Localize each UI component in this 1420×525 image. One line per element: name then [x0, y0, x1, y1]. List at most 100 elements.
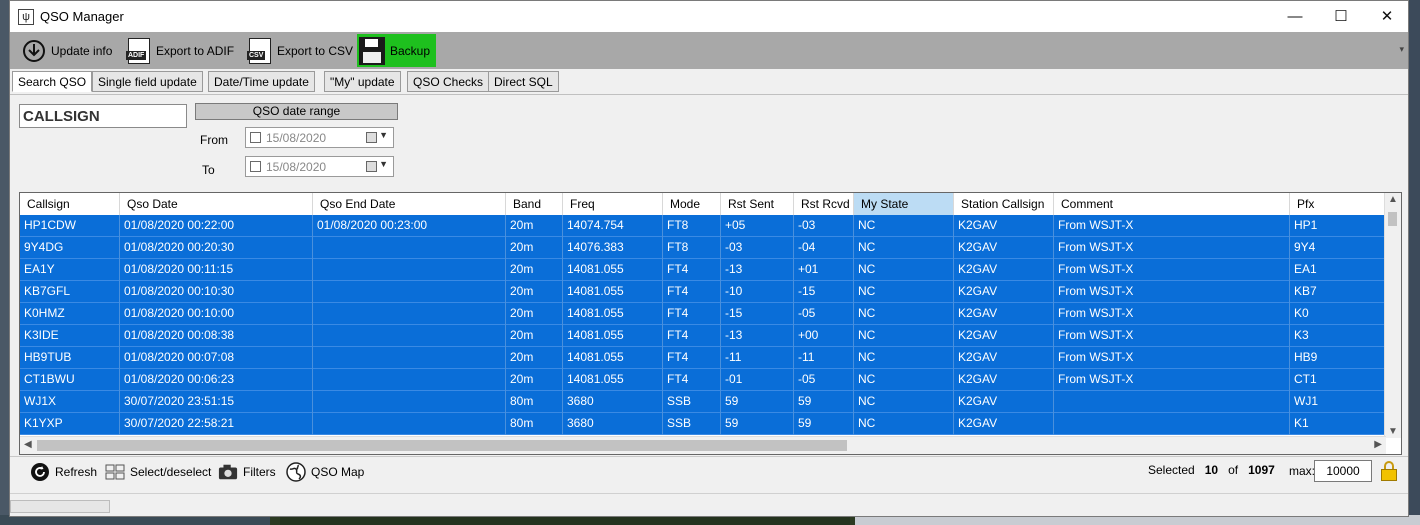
cell-rst-sent[interactable]: -03 — [721, 237, 794, 259]
title-bar[interactable]: ψ QSO Manager — ☐ ✕ — [10, 1, 1408, 32]
cell-rst-sent[interactable]: +05 — [721, 215, 794, 237]
table-row[interactable]: K3IDE 01/08/2020 00:08:38 20m 14081.055 FT4-… — [20, 325, 1386, 347]
cell-rst-rcvd[interactable]: +00 — [794, 325, 854, 347]
cell-callsign[interactable]: 9Y4DG — [20, 237, 120, 259]
cell-band[interactable]: 20m — [506, 303, 563, 325]
cell-comment[interactable]: From WSJT-X — [1054, 237, 1290, 259]
column-header-freq[interactable]: Freq — [563, 193, 663, 215]
cell-callsign[interactable]: KB7GFL — [20, 281, 120, 303]
cell-qso-date[interactable]: 01/08/2020 00:22:00 — [120, 215, 313, 237]
cell-my-state[interactable]: NC — [854, 215, 954, 237]
max-records-input[interactable] — [1314, 460, 1372, 482]
cell-mode[interactable]: FT4 — [663, 303, 721, 325]
cell-rst-rcvd[interactable]: 59 — [794, 391, 854, 413]
cell-rst-rcvd[interactable]: -03 — [794, 215, 854, 237]
cell-comment[interactable]: From WSJT-X — [1054, 259, 1290, 281]
cell-station-callsign[interactable]: K2GAV — [954, 347, 1054, 369]
column-header-callsign[interactable]: Callsign — [20, 193, 120, 215]
cell-rst-sent[interactable]: -10 — [721, 281, 794, 303]
cell-comment[interactable] — [1054, 413, 1290, 435]
cell-comment[interactable]: From WSJT-X — [1054, 347, 1290, 369]
table-row[interactable]: WJ1X 30/07/2020 23:51:15 80m 3680 SSB 59 59 NC K… — [20, 391, 1386, 413]
cell-band[interactable]: 20m — [506, 347, 563, 369]
close-button[interactable]: ✕ — [1364, 1, 1410, 32]
cell-qso-end-date[interactable] — [313, 259, 506, 281]
cell-band[interactable]: 80m — [506, 413, 563, 435]
to-date-checkbox[interactable] — [250, 161, 261, 172]
cell-comment[interactable]: From WSJT-X — [1054, 215, 1290, 237]
cell-mode[interactable]: FT4 — [663, 347, 721, 369]
cell-mode[interactable]: FT4 — [663, 259, 721, 281]
cell-callsign[interactable]: HP1CDW — [20, 215, 120, 237]
cell-rst-rcvd[interactable]: -15 — [794, 281, 854, 303]
cell-freq[interactable]: 14076.383 — [563, 237, 663, 259]
table-row[interactable]: HP1CDW 01/08/2020 00:22:00 01/08/2020 00:2… — [20, 215, 1386, 237]
scroll-down-icon[interactable]: ▼ — [1388, 426, 1398, 437]
chevron-down-icon[interactable]: ▼ — [379, 159, 388, 169]
table-row[interactable]: K1YXP 30/07/2020 22:58:21 80m 3680 SSB 59 59 NC… — [20, 413, 1386, 435]
cell-callsign[interactable]: K1YXP — [20, 413, 120, 435]
cell-freq[interactable]: 14081.055 — [563, 281, 663, 303]
table-row[interactable]: HB9TUB 01/08/2020 00:07:08 20m 14081.055 FT4… — [20, 347, 1386, 369]
from-date-picker[interactable]: 15/08/2020 ▼ — [245, 127, 394, 148]
to-date-picker[interactable]: 15/08/2020 ▼ — [245, 156, 394, 177]
cell-comment[interactable]: From WSJT-X — [1054, 369, 1290, 391]
cell-comment[interactable] — [1054, 391, 1290, 413]
cell-my-state[interactable]: NC — [854, 303, 954, 325]
cell-station-callsign[interactable]: K2GAV — [954, 325, 1054, 347]
column-header-pfx[interactable]: Pfx — [1290, 193, 1386, 215]
cell-qso-date[interactable]: 01/08/2020 00:07:08 — [120, 347, 313, 369]
cell-rst-sent[interactable]: -13 — [721, 259, 794, 281]
cell-station-callsign[interactable]: K2GAV — [954, 303, 1054, 325]
cell-qso-date[interactable]: 01/08/2020 00:20:30 — [120, 237, 313, 259]
cell-my-state[interactable]: NC — [854, 259, 954, 281]
tab-date-time-update[interactable]: Date/Time update — [208, 71, 315, 92]
update-info-button[interactable]: Update info — [22, 35, 112, 66]
cell-station-callsign[interactable]: K2GAV — [954, 413, 1054, 435]
cell-mode[interactable]: SSB — [663, 413, 721, 435]
cell-qso-date[interactable]: 30/07/2020 22:58:21 — [120, 413, 313, 435]
export-csv-button[interactable]: CSV Export to CSV — [247, 35, 353, 66]
vertical-scroll-thumb[interactable] — [1388, 212, 1397, 226]
column-header-mode[interactable]: Mode — [663, 193, 721, 215]
cell-pfx[interactable]: K3 — [1290, 325, 1386, 347]
cell-freq[interactable]: 14074.754 — [563, 215, 663, 237]
cell-qso-end-date[interactable] — [313, 391, 506, 413]
vertical-scrollbar[interactable]: ▲ ▼ — [1384, 193, 1401, 438]
cell-freq[interactable]: 14081.055 — [563, 303, 663, 325]
column-header-qso-date[interactable]: Qso Date — [120, 193, 313, 215]
cell-rst-rcvd[interactable]: 59 — [794, 413, 854, 435]
cell-rst-sent[interactable]: -13 — [721, 325, 794, 347]
tab-direct-sql[interactable]: Direct SQL — [488, 71, 559, 92]
cell-station-callsign[interactable]: K2GAV — [954, 237, 1054, 259]
cell-qso-date[interactable]: 01/08/2020 00:08:38 — [120, 325, 313, 347]
minimize-button[interactable]: — — [1272, 1, 1318, 32]
tab-qso-checks[interactable]: QSO Checks — [407, 71, 490, 92]
cell-rst-rcvd[interactable]: +01 — [794, 259, 854, 281]
cell-pfx[interactable]: K1 — [1290, 413, 1386, 435]
cell-rst-rcvd[interactable]: -05 — [794, 303, 854, 325]
cell-comment[interactable]: From WSJT-X — [1054, 303, 1290, 325]
cell-pfx[interactable]: EA1 — [1290, 259, 1386, 281]
cell-pfx[interactable]: CT1 — [1290, 369, 1386, 391]
column-header-band[interactable]: Band — [506, 193, 563, 215]
cell-mode[interactable]: FT8 — [663, 237, 721, 259]
callsign-input[interactable] — [19, 104, 187, 128]
column-header-rst-rcvd[interactable]: Rst Rcvd — [794, 193, 854, 215]
tab-my-update[interactable]: "My" update — [324, 71, 401, 92]
horizontal-scrollbar[interactable]: ◀ ▶ — [20, 436, 1386, 454]
cell-qso-end-date[interactable] — [313, 325, 506, 347]
cell-pfx[interactable]: HB9 — [1290, 347, 1386, 369]
cell-freq[interactable]: 14081.055 — [563, 259, 663, 281]
cell-pfx[interactable]: K0 — [1290, 303, 1386, 325]
cell-qso-end-date[interactable] — [313, 369, 506, 391]
cell-rst-sent[interactable]: 59 — [721, 413, 794, 435]
cell-pfx[interactable]: KB7 — [1290, 281, 1386, 303]
column-header-station-callsign[interactable]: Station Callsign — [954, 193, 1054, 215]
cell-band[interactable]: 20m — [506, 369, 563, 391]
cell-my-state[interactable]: NC — [854, 281, 954, 303]
refresh-button[interactable]: Refresh — [30, 461, 97, 483]
cell-rst-sent[interactable]: -15 — [721, 303, 794, 325]
cell-callsign[interactable]: HB9TUB — [20, 347, 120, 369]
toolbar-overflow-icon[interactable]: ▾ — [1399, 44, 1404, 55]
